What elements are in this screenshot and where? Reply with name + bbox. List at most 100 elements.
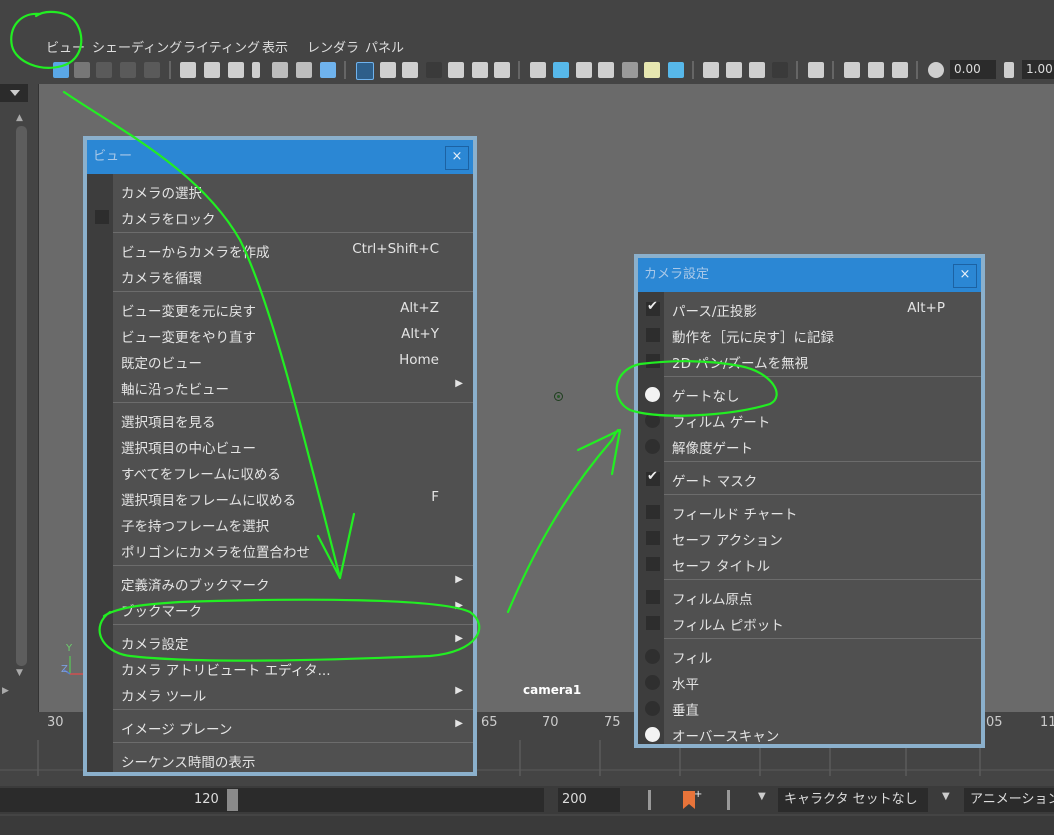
close-icon[interactable]: × — [445, 146, 469, 170]
bookmark-flag-icon[interactable] — [252, 62, 260, 78]
menu-panels[interactable]: パネル — [365, 37, 404, 56]
pan-zoom-icon[interactable] — [296, 62, 312, 78]
menu-show[interactable]: 表示 — [262, 37, 288, 56]
checkbox[interactable] — [646, 531, 660, 545]
expand-arrow-icon[interactable]: ▶ — [2, 686, 9, 696]
grid-icon[interactable] — [356, 62, 374, 80]
wireframe-icon[interactable] — [530, 62, 546, 78]
menu-item-camera-tools[interactable]: カメラ ツール ▶ — [113, 681, 473, 707]
menu-item-align-camera-to-polygon[interactable]: ポリゴンにカメラを位置合わせ — [113, 537, 473, 563]
scroll-up-icon[interactable]: ▲ — [16, 113, 23, 123]
menu-item-lock-camera[interactable]: カメラをロック — [95, 204, 473, 230]
exposure-field[interactable]: 0.00 — [950, 60, 996, 79]
option-no-gate[interactable]: ゲートなし — [645, 381, 981, 407]
anti-aliasing-icon[interactable] — [749, 62, 765, 78]
menu-lighting[interactable]: ライティング — [183, 37, 260, 56]
menu-item-cycle-camera[interactable]: カメラを循環 — [113, 263, 473, 289]
menu-shading[interactable]: シェーディング — [92, 37, 182, 56]
grease-pencil-icon[interactable] — [272, 62, 288, 78]
wireframe-on-shaded-icon[interactable] — [598, 62, 614, 78]
xray-joints-icon[interactable] — [844, 62, 860, 78]
menu-item-camera-settings[interactable]: カメラ設定 ▶ — [113, 629, 473, 655]
exposure-icon[interactable] — [892, 62, 908, 78]
key-prev-icon[interactable] — [648, 790, 651, 810]
use-all-lights-icon[interactable] — [644, 62, 660, 78]
menu-item-frame-selection[interactable]: 選択項目をフレームに収める F — [113, 485, 473, 511]
menu-item-center-view-selection[interactable]: 選択項目の中心ビュー — [113, 433, 473, 459]
anim-layer-dropdown[interactable]: アニメーション — [964, 788, 1054, 812]
range-end-field[interactable]: 200 — [558, 788, 620, 812]
xray-active-icon[interactable] — [868, 62, 884, 78]
menu-item-camera-attribute-editor[interactable]: カメラ アトリビュート エディタ... — [113, 655, 473, 681]
motion-blur-icon[interactable] — [726, 62, 742, 78]
default-material-icon[interactable] — [576, 62, 592, 78]
character-set-dropdown[interactable]: キャラクタ セットなし — [778, 788, 928, 812]
safe-action-icon[interactable] — [472, 62, 488, 78]
menu-renderer[interactable]: レンダラ — [307, 37, 359, 56]
image-plane-icon[interactable] — [120, 62, 136, 78]
menu-item-image-plane[interactable]: イメージ プレーン ▶ — [113, 714, 473, 740]
checkbox[interactable] — [646, 616, 660, 630]
field-chart-icon[interactable] — [448, 62, 464, 78]
shadows-icon[interactable] — [668, 62, 684, 78]
camera-icon[interactable] — [180, 62, 196, 78]
option-safe-title[interactable]: セーフ タイトル — [646, 551, 981, 577]
option-perspective-ortho[interactable]: パース/正投影Alt+P — [646, 296, 981, 322]
scroll-down-icon[interactable]: ▼ — [16, 668, 23, 678]
menu-item-predefined-bookmarks[interactable]: 定義済みのブックマーク ▶ — [113, 570, 473, 596]
option-field-chart[interactable]: フィールド チャート — [646, 499, 981, 525]
radio-button[interactable] — [645, 675, 660, 690]
checkbox[interactable] — [646, 557, 660, 571]
bookmark-add-icon[interactable]: + — [680, 788, 702, 812]
select-camera-icon[interactable] — [53, 62, 69, 78]
menu-item-select-camera[interactable]: カメラの選択 — [113, 178, 473, 204]
scroll-thumb[interactable] — [16, 126, 27, 666]
gate-mask-icon[interactable] — [426, 62, 442, 78]
menu-item-look-at-selection[interactable]: 選択項目を見る — [113, 407, 473, 433]
key-next-icon[interactable] — [727, 790, 730, 810]
depth-of-field-icon[interactable] — [772, 62, 788, 78]
menu-item-undo-view[interactable]: ビュー変更を元に戻す Alt+Z — [113, 296, 473, 322]
checkbox[interactable] — [646, 299, 660, 316]
option-undoable-movements[interactable]: 動作を［元に戻す］に記録 — [646, 322, 981, 348]
option-vertical[interactable]: 垂直 — [645, 695, 981, 721]
menu-item-axis-view[interactable]: 軸に沿ったビュー ▶ — [113, 374, 473, 400]
checkbox[interactable] — [646, 328, 660, 342]
option-safe-action[interactable]: セーフ アクション — [646, 525, 981, 551]
xray-icon[interactable] — [622, 62, 638, 78]
option-resolution-gate[interactable]: 解像度ゲート — [645, 433, 981, 459]
radio-button[interactable] — [645, 727, 660, 742]
menu-item-show-sequence-time[interactable]: シーケンス時間の表示 — [113, 747, 473, 773]
screen-space-ao-icon[interactable] — [703, 62, 719, 78]
menu-item-bookmarks[interactable]: ブックマーク ▶ — [113, 596, 473, 622]
camera-movie-icon[interactable] — [228, 62, 244, 78]
option-overscan[interactable]: オーバースキャン — [645, 721, 981, 747]
camera-lock-icon[interactable] — [204, 62, 220, 78]
gamma-icon[interactable] — [1004, 62, 1014, 78]
smooth-shade-icon[interactable] — [553, 62, 569, 78]
option-horizontal[interactable]: 水平 — [645, 669, 981, 695]
menu-item-redo-view[interactable]: ビュー変更をやり直す Alt+Y — [113, 322, 473, 348]
option-film-pivot[interactable]: フィルム ピボット — [646, 610, 981, 636]
close-icon[interactable]: × — [953, 264, 977, 288]
safe-title-icon[interactable] — [494, 62, 510, 78]
checkbox[interactable] — [646, 354, 660, 368]
camera-attributes-icon[interactable] — [74, 62, 90, 78]
option-gate-mask[interactable]: ゲート マスク — [646, 466, 981, 492]
radio-button[interactable] — [645, 413, 660, 428]
option-ignore-2d-pan-zoom[interactable]: 2D パン/ズームを無視 — [646, 348, 981, 374]
film-gate-icon[interactable] — [380, 62, 396, 78]
menu-view[interactable]: ビュー — [46, 37, 85, 56]
left-dropdown[interactable] — [0, 84, 28, 102]
radio-button[interactable] — [645, 649, 660, 664]
menu-item-default-view[interactable]: 既定のビュー Home — [113, 348, 473, 374]
radio-button[interactable] — [645, 387, 660, 402]
brush-icon[interactable] — [320, 62, 336, 78]
option-film-origin[interactable]: フィルム原点 — [646, 584, 981, 610]
gamma-field[interactable]: 1.00 — [1022, 60, 1054, 79]
menu-item-frame-selection-children[interactable]: 子を持つフレームを選択 — [113, 511, 473, 537]
bookmark-icon[interactable] — [96, 62, 112, 78]
exposure-dial-icon[interactable] — [928, 62, 944, 78]
2d-pan-zoom-icon[interactable] — [144, 62, 160, 78]
radio-button[interactable] — [645, 439, 660, 454]
